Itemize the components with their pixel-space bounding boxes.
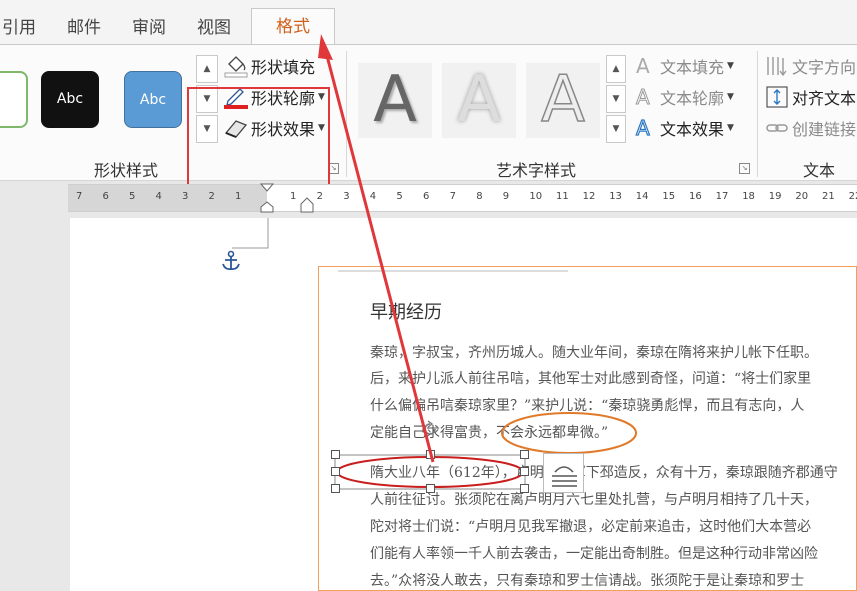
ruler-number: 15 — [662, 191, 676, 202]
chevron-down-icon: ▼ — [727, 92, 734, 102]
link-icon — [764, 116, 790, 140]
document-heading[interactable]: 早期经历 — [370, 298, 442, 324]
ruler-number: 1 — [235, 191, 242, 202]
text-group-label: 文本 — [803, 161, 836, 180]
paragraph-line[interactable]: 秦琼，字叔宝，齐州历城人。随大业年间，秦琼在隋将来护儿帐下任职。 — [370, 342, 818, 362]
text-outline-label: 文本轮廓 — [660, 89, 725, 108]
shape-fill-label: 形状填充 — [251, 58, 316, 77]
layout-options-button[interactable] — [543, 453, 584, 493]
resize-handle[interactable] — [331, 484, 340, 493]
wordart-scroll-up-button[interactable]: ▲ — [606, 55, 626, 83]
align-text-icon — [764, 85, 790, 109]
text-fill-button[interactable]: A 文本填充 ▼ — [636, 53, 734, 79]
resize-handle[interactable] — [331, 450, 340, 459]
shape-fill-button[interactable]: 形状填充 — [223, 53, 315, 79]
ruler-number: 4 — [369, 191, 377, 202]
paint-bucket-icon — [223, 54, 249, 78]
text-direction-label: 文字方向 — [792, 58, 857, 77]
ruler-number: 19 — [768, 191, 782, 202]
paragraph-line[interactable]: 们能有人率领一千人前去袭击，一定能出奇制胜。但是这种行动非常凶险 — [370, 543, 818, 563]
ruler-number: 17 — [715, 191, 729, 202]
wordart-preview-2[interactable]: A — [442, 63, 516, 138]
ruler-number: 2 — [208, 191, 215, 202]
group-divider — [346, 51, 347, 177]
text-effect-button[interactable]: A 文本效果 ▼ — [635, 115, 734, 141]
ruler-number: 21 — [822, 191, 835, 202]
ruler-number: 5 — [129, 191, 136, 202]
hanging-indent-marker-icon[interactable] — [300, 197, 314, 213]
text-effect-label: 文本效果 — [660, 120, 725, 139]
create-link-button[interactable]: 创建链接 — [764, 115, 856, 141]
ribbon: Abc Abc ▲ ▼ ▼ 形状填充 形状轮廓 ▼ 形状效果 ▼ 形状样式 ↘ … — [0, 44, 857, 204]
chevron-down-icon: ▼ — [727, 61, 734, 71]
horizontal-ruler[interactable]: 7654321 1 2 3 4 5 6 7 8 9 10 11 12 13 14 15 16 17 18 19 20 2… — [68, 183, 857, 213]
wordart-preview-1[interactable]: A — [358, 63, 432, 138]
tab-mailings[interactable]: 邮件 — [67, 12, 101, 44]
ruler-number: 3 — [182, 191, 189, 202]
tab-review[interactable]: 审阅 — [132, 12, 166, 44]
gallery-scroll-up-button[interactable]: ▲ — [196, 55, 218, 83]
paragraph-line[interactable]: 后，来护儿派人前往吊唁，其他军士对此感到奇怪，问道：“将士们家里 — [370, 368, 811, 388]
ruler-number: 13 — [609, 191, 622, 202]
rotate-handle-icon[interactable] — [421, 420, 439, 438]
dialog-launcher-icon[interactable]: ↘ — [739, 163, 750, 174]
wordart-preview-3[interactable]: A — [526, 62, 600, 138]
shape-style-preview-black[interactable]: Abc — [41, 71, 99, 128]
text-effect-icon: A — [635, 115, 650, 140]
ruler-number: 14 — [635, 191, 649, 202]
ruler-number: 4 — [155, 191, 162, 202]
wordart-scroll-down-button[interactable]: ▼ — [606, 85, 626, 113]
ruler-number: 10 — [529, 191, 543, 202]
shape-styles-group-label: 形状样式 — [94, 161, 159, 180]
resize-handle[interactable] — [426, 450, 435, 459]
wordart-more-button[interactable]: ▼ — [606, 115, 626, 143]
ruler-number: 20 — [795, 191, 809, 202]
ruler-number: 22 — [848, 191, 857, 202]
text-fill-label: 文本填充 — [660, 58, 725, 77]
text-outline-button[interactable]: A 文本轮廓 ▼ — [636, 84, 734, 110]
wordart-styles-group-label: 艺术字样式 — [496, 161, 577, 180]
align-text-label: 对齐文本 — [792, 89, 857, 108]
ruler-number: 3 — [343, 191, 350, 202]
tab-view[interactable]: 视图 — [197, 12, 231, 44]
resize-handle[interactable] — [520, 467, 529, 476]
indent-marker-icon[interactable] — [259, 183, 275, 213]
ruler-number: 7 — [449, 191, 456, 202]
chevron-down-icon: ▼ — [727, 123, 734, 133]
layout-options-icon — [552, 466, 577, 487]
cut-off-title-line — [338, 262, 568, 272]
shape-style-preview-green[interactable] — [0, 71, 28, 128]
group-divider — [757, 51, 758, 177]
ruler-number: 6 — [423, 191, 430, 202]
ruler-number: 1 — [290, 191, 297, 202]
shape-style-preview-blue[interactable]: Abc — [124, 71, 182, 128]
ruler-number: 16 — [689, 191, 702, 202]
ruler-number: 6 — [102, 191, 109, 202]
create-link-label: 创建链接 — [792, 120, 857, 139]
text-direction-button[interactable]: 文字方向 — [764, 53, 856, 79]
tab-references[interactable]: 引用 — [2, 12, 36, 44]
resize-handle[interactable] — [331, 467, 340, 476]
anchor-icon[interactable] — [220, 250, 242, 272]
contextual-tab-header — [258, 0, 318, 6]
tab-format[interactable]: 格式 — [251, 8, 335, 45]
text-outline-icon: A — [636, 85, 651, 110]
ruler-number: 7 — [76, 191, 83, 202]
text-fill-icon: A — [636, 54, 650, 78]
resize-handle[interactable] — [426, 484, 435, 493]
paragraph-line[interactable]: 陀对将士们说：“卢明月见我军撤退，必定前来追击，这时他们大本营必 — [370, 516, 811, 536]
ruler-number: 11 — [556, 191, 569, 202]
ribbon-tab-bar: 引用 邮件 审阅 视图 格式 — [0, 0, 857, 45]
ruler-number: 18 — [742, 191, 755, 202]
resize-handle[interactable] — [520, 450, 529, 459]
align-text-button[interactable]: 对齐文本 — [764, 84, 856, 110]
ruler-number: 5 — [396, 191, 403, 202]
ruler-number: 12 — [582, 191, 596, 202]
ruler-number: 8 — [476, 191, 483, 202]
resize-handle[interactable] — [520, 484, 529, 493]
paragraph-line[interactable]: 去。”众将没人敢去，只有秦琼和罗士信请战。张须陀于是让秦琼和罗士 — [370, 570, 804, 590]
ruler-number: 2 — [316, 191, 323, 202]
ruler-number: 9 — [502, 191, 510, 202]
text-direction-icon — [764, 54, 790, 78]
